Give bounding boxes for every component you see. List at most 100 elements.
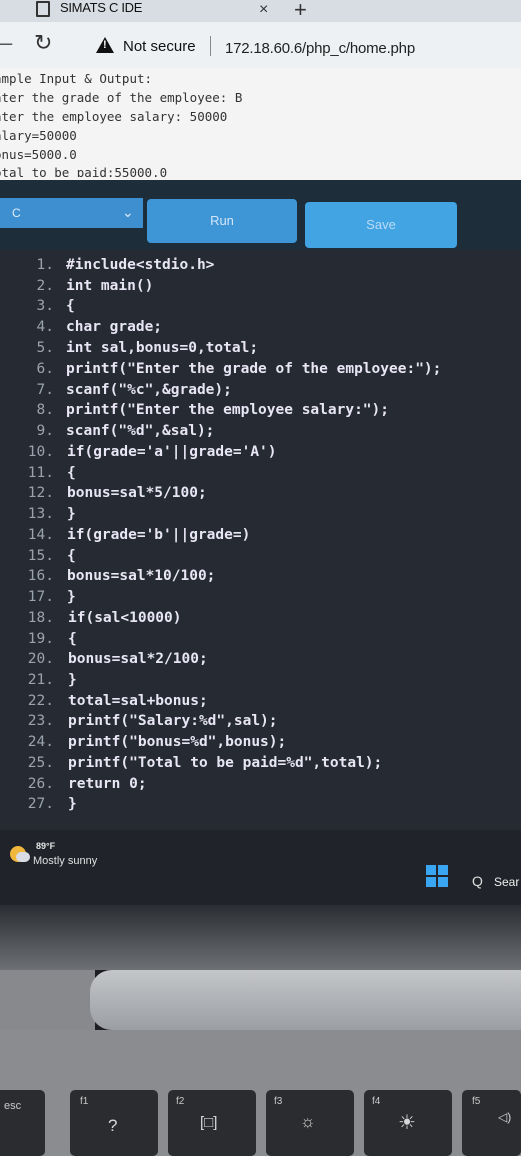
line-number: 12. <box>27 485 54 501</box>
f3-key-label: f3 <box>274 1096 283 1107</box>
url-field[interactable]: 172.18.60.6/php_c/home.php <box>225 40 415 57</box>
search-icon[interactable]: Q <box>472 873 483 889</box>
line-number: 5. <box>36 340 54 356</box>
help-icon: ? <box>108 1116 118 1135</box>
code-text[interactable]: int main() <box>66 278 153 294</box>
code-text[interactable]: if(grade='a'||grade='A') <box>67 444 277 460</box>
f1-key-label: f1 <box>80 1096 89 1107</box>
f2-key[interactable]: f2 [□] <box>168 1090 256 1156</box>
language-value: C <box>12 206 21 220</box>
code-text[interactable]: { <box>67 465 76 481</box>
code-text[interactable]: scanf("%c",&grade); <box>66 382 232 398</box>
code-text[interactable]: total=sal+bonus; <box>68 693 208 709</box>
f1-key[interactable]: f1 ? <box>70 1090 158 1156</box>
language-select[interactable]: C ⌄ <box>0 198 143 228</box>
warning-icon[interactable]: ! <box>96 37 114 53</box>
code-text[interactable]: { <box>67 548 76 564</box>
close-tab-icon[interactable]: × <box>259 1 268 19</box>
code-text[interactable]: int sal,bonus=0,total; <box>66 340 258 356</box>
code-text[interactable]: { <box>66 298 75 314</box>
run-button[interactable]: Run <box>147 199 297 243</box>
esc-key[interactable]: esc <box>0 1090 45 1156</box>
line-number: 21. <box>27 672 54 688</box>
chevron-down-icon: ⌄ <box>122 204 134 220</box>
line-number: 25. <box>27 755 54 771</box>
hinge-shadow <box>0 970 95 1030</box>
line-number: 17. <box>27 589 54 605</box>
brightness-up-icon: ☀ <box>398 1112 416 1134</box>
line-number: 10. <box>27 444 54 460</box>
output-line: nter the employee salary: 50000 <box>0 109 228 124</box>
code-text[interactable]: printf("bonus=%d",bonus); <box>68 734 286 750</box>
f5-key[interactable]: f5 ◁) <box>462 1090 521 1156</box>
screen-bezel <box>0 905 521 970</box>
ide-toolbar: C ⌄ Run Save <box>0 180 521 250</box>
line-number: 6. <box>36 361 54 377</box>
temperature[interactable]: 89°F <box>36 841 55 851</box>
output-line: otal to be paid:55000.0 <box>0 165 168 177</box>
code-text[interactable]: bonus=sal*10/100; <box>67 568 215 584</box>
f4-key[interactable]: f4 ☀ <box>364 1090 452 1156</box>
security-status[interactable]: Not secure <box>123 38 196 55</box>
f3-key[interactable]: f3 ☼ <box>266 1090 354 1156</box>
code-text[interactable]: if(sal<10000) <box>68 610 182 626</box>
line-number: 19. <box>27 631 54 647</box>
f2-key-label: f2 <box>176 1096 185 1107</box>
code-text[interactable]: char grade; <box>66 319 162 335</box>
output-line: ample Input & Output: <box>0 71 153 86</box>
code-text[interactable]: } <box>68 796 77 812</box>
code-text[interactable]: } <box>67 506 76 522</box>
tab-title[interactable]: SIMATS C IDE <box>60 0 142 15</box>
windows-start-icon[interactable] <box>426 865 448 887</box>
code-text[interactable]: printf("Salary:%d",sal); <box>68 713 278 729</box>
line-number: 22. <box>27 693 54 709</box>
line-number: 13. <box>27 506 54 522</box>
line-number: 18. <box>27 610 54 626</box>
code-text[interactable]: printf("Enter the employee salary:"); <box>66 402 389 418</box>
window-icon: [□] <box>200 1114 218 1131</box>
code-text[interactable]: return 0; <box>68 776 147 792</box>
line-number: 24. <box>27 734 54 750</box>
line-number: 26. <box>27 776 54 792</box>
divider <box>210 36 211 56</box>
search-label[interactable]: Sear <box>494 875 519 889</box>
line-number: 16. <box>27 568 54 584</box>
line-number: 2. <box>36 278 54 294</box>
code-text[interactable]: { <box>68 631 77 647</box>
line-number: 23. <box>27 713 54 729</box>
back-arrow-icon[interactable]: – <box>0 30 12 56</box>
line-number: 3. <box>36 298 54 314</box>
code-text[interactable]: #include<stdio.h> <box>66 257 214 273</box>
brightness-down-icon: ☼ <box>300 1112 316 1131</box>
reload-icon[interactable]: ↻ <box>34 30 52 56</box>
code-text[interactable]: scanf("%d",&sal); <box>66 423 214 439</box>
code-text[interactable]: bonus=sal*2/100; <box>68 651 208 667</box>
speaker-icon: ◁) <box>498 1110 512 1124</box>
line-number: 1. <box>36 257 54 273</box>
code-text[interactable]: printf("Enter the grade of the employee:… <box>66 361 441 377</box>
output-line: nter the grade of the employee: B <box>0 90 243 105</box>
line-number: 7. <box>36 382 54 398</box>
f5-key-label: f5 <box>472 1096 481 1107</box>
output-panel: ample Input & Output: nter the grade of … <box>0 68 521 180</box>
taskbar: 89°F Mostly sunny Q Sear <box>0 830 521 905</box>
line-number: 15. <box>27 548 54 564</box>
code-text[interactable]: } <box>68 672 77 688</box>
line-number: 27. <box>27 796 54 812</box>
line-number: 4. <box>36 319 54 335</box>
code-text[interactable]: } <box>67 589 76 605</box>
line-number: 8. <box>36 402 54 418</box>
browser-tab-bar: SIMATS C IDE × + <box>0 0 521 22</box>
address-bar: – ↻ ! Not secure 172.18.60.6/php_c/home.… <box>0 22 521 68</box>
code-editor[interactable]: 1. #include<stdio.h> 2. int main() 3. {4. char… <box>0 250 521 830</box>
weather-icon[interactable] <box>10 846 30 862</box>
save-button[interactable]: Save <box>305 202 457 248</box>
code-text[interactable]: if(grade='b'||grade=) <box>67 527 250 543</box>
line-number: 11. <box>27 465 54 481</box>
esc-key-label: esc <box>4 1100 22 1112</box>
line-number: 14. <box>27 527 54 543</box>
code-text[interactable]: printf("Total to be paid=%d",total); <box>68 755 382 771</box>
new-tab-icon[interactable]: + <box>294 0 307 23</box>
code-text[interactable]: bonus=sal*5/100; <box>67 485 207 501</box>
weather-condition[interactable]: Mostly sunny <box>33 855 97 867</box>
